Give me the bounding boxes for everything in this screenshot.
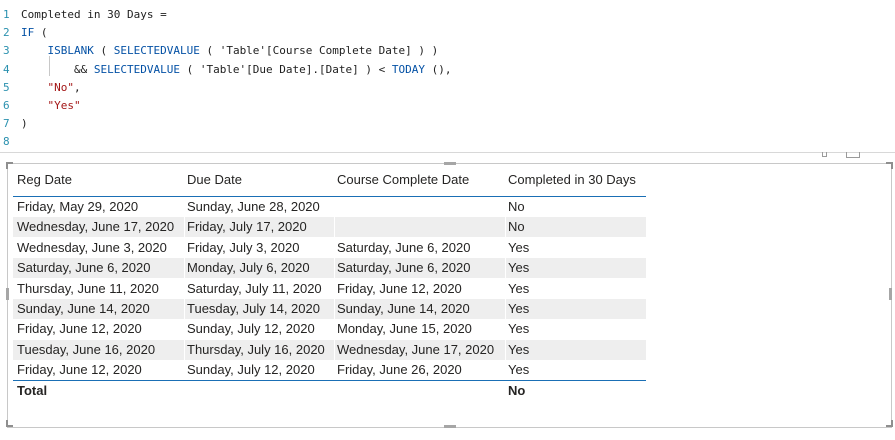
line-number: 8 — [3, 135, 10, 149]
table-cell: Friday, June 12, 2020 — [17, 321, 142, 337]
table-cell: Yes — [508, 321, 530, 337]
code-line[interactable]: 5 "No", — [0, 79, 895, 97]
line-number: 1 — [3, 8, 10, 21]
table-cell: Saturday, June 6, 2020 — [337, 239, 471, 255]
table-cell: Yes — [508, 301, 530, 316]
table-cell: No — [508, 219, 525, 235]
resize-handle-top[interactable] — [444, 162, 456, 165]
table-cell: Friday, May 29, 2020 — [17, 199, 139, 214]
table-cell: Yes — [508, 239, 530, 255]
code-token: SELECTEDVALUE — [93, 62, 180, 76]
total-cell: No — [508, 383, 526, 398]
table-cell: Friday, July 3, 2020 — [187, 239, 300, 255]
table-cell: Saturday, June 6, 2020 — [337, 260, 471, 276]
table-cell: Sunday, July 12, 2020 — [187, 321, 315, 337]
code-line[interactable]: 6 "Yes" — [0, 97, 895, 115]
more-options-icon[interactable] — [846, 152, 860, 158]
table-cell: Tuesday, June 16, 2020 — [17, 341, 156, 357]
column-header[interactable]: Course Complete Date — [337, 170, 469, 190]
line-number: 7 — [3, 117, 10, 131]
table-cell: Friday, June 12, 2020 — [17, 362, 142, 378]
table-cell: Saturday, July 11, 2020 — [187, 280, 322, 296]
code-text: Completed in 30 Days = — [21, 6, 167, 24]
table-cell: Wednesday, June 17, 2020 — [17, 219, 175, 235]
table-cell: Saturday, June 6, 2020 — [17, 260, 151, 276]
table-cell: Tuesday, July 14, 2020 — [187, 301, 320, 316]
table-cell: Monday, June 15, 2020 — [337, 321, 472, 337]
table-cell: Yes — [508, 362, 530, 378]
line-number: 5 — [3, 80, 10, 94]
table-cell: Thursday, June 11, 2020 — [17, 280, 159, 296]
code-token: (), — [425, 62, 452, 76]
total-cell: Total — [17, 383, 48, 398]
code-line[interactable]: 2 IF ( — [0, 24, 895, 42]
resize-corner-top-right[interactable] — [886, 162, 893, 169]
code-token: SELECTEDVALUE — [113, 44, 200, 58]
table-cell: Friday, June 12, 2020 — [337, 280, 462, 296]
code-token: , — [74, 80, 81, 94]
code-token: IF — [21, 26, 35, 40]
code-token: ( 'Table'[Course Complete Date] ) ) — [199, 44, 439, 58]
code-line[interactable]: 7) — [0, 115, 895, 133]
code-token: ISBLANK — [47, 44, 94, 58]
table-cell: Yes — [508, 280, 530, 296]
table-cell: Monday, July 6, 2020 — [187, 260, 310, 276]
column-header[interactable]: Due Date — [187, 170, 242, 190]
table-cell: Sunday, June 14, 2020 — [337, 301, 470, 316]
table-cell: Sunday, June 14, 2020 — [17, 301, 150, 316]
code-token: ) — [21, 117, 28, 131]
line-number: 6 — [3, 99, 10, 112]
code-line[interactable]: 1 Completed in 30 Days = — [0, 6, 895, 24]
code-line[interactable]: 8 — [0, 133, 895, 151]
table-cell: Yes — [508, 341, 530, 357]
line-number: 3 — [3, 44, 10, 58]
code-text: ISBLANK ( SELECTEDVALUE ( 'Table'[Course… — [21, 42, 439, 60]
table-cell: Thursday, July 16, 2020 — [187, 341, 325, 357]
resize-corner-bottom-right[interactable] — [886, 420, 893, 427]
resize-handle-left[interactable] — [6, 288, 9, 300]
code-text: "Yes" — [21, 97, 81, 115]
table-cell: Yes — [508, 260, 530, 276]
code-token: "Yes" — [47, 99, 81, 112]
focus-mode-icon[interactable] — [822, 152, 827, 157]
resize-handle-right[interactable] — [889, 288, 892, 300]
code-line[interactable]: 3 ISBLANK ( SELECTEDVALUE ( 'Table'[Cour… — [0, 42, 895, 60]
code-text: && SELECTEDVALUE ( 'Table'[Due Date].[Da… — [21, 61, 452, 79]
table-cell: Wednesday, June 17, 2020 — [337, 341, 495, 357]
code-token: TODAY — [391, 62, 425, 76]
code-token: Completed in 30 Days = — [21, 8, 167, 21]
code-text: ) — [21, 115, 28, 133]
line-number: 2 — [3, 26, 10, 40]
table-cell: Friday, June 26, 2020 — [337, 362, 462, 378]
code-text: "No", — [21, 79, 81, 97]
resize-corner-top-left[interactable] — [6, 162, 13, 169]
code-token: ( — [93, 44, 114, 58]
code-text: IF ( — [21, 24, 48, 42]
column-separator — [334, 197, 335, 380]
table-cell: Sunday, June 28, 2020 — [187, 199, 320, 214]
code-token: "No" — [47, 80, 75, 94]
code-token: ( 'Table'[Due Date].[Date] ) < — [179, 62, 392, 76]
column-header[interactable]: Completed in 30 Days — [508, 170, 636, 190]
dax-formula-editor[interactable]: 1 Completed in 30 Days = 2 IF (3 ISBLANK ( … — [0, 0, 895, 153]
code-token: ( — [34, 26, 48, 40]
column-header[interactable]: Reg Date — [17, 170, 72, 190]
column-separator — [184, 197, 185, 380]
code-line[interactable]: 4 && SELECTEDVALUE ( 'Table'[Due Date].[… — [0, 61, 895, 79]
line-number: 4 — [3, 62, 10, 76]
column-separator — [505, 197, 506, 380]
table-cell: No — [508, 199, 525, 214]
table-cell: Wednesday, June 3, 2020 — [17, 239, 167, 255]
code-token: && — [21, 62, 94, 76]
resize-corner-bottom-left[interactable] — [6, 420, 13, 427]
table-cell: Sunday, July 12, 2020 — [187, 362, 315, 378]
resize-handle-bottom[interactable] — [444, 425, 456, 428]
table-cell: Friday, July 17, 2020 — [187, 219, 307, 235]
